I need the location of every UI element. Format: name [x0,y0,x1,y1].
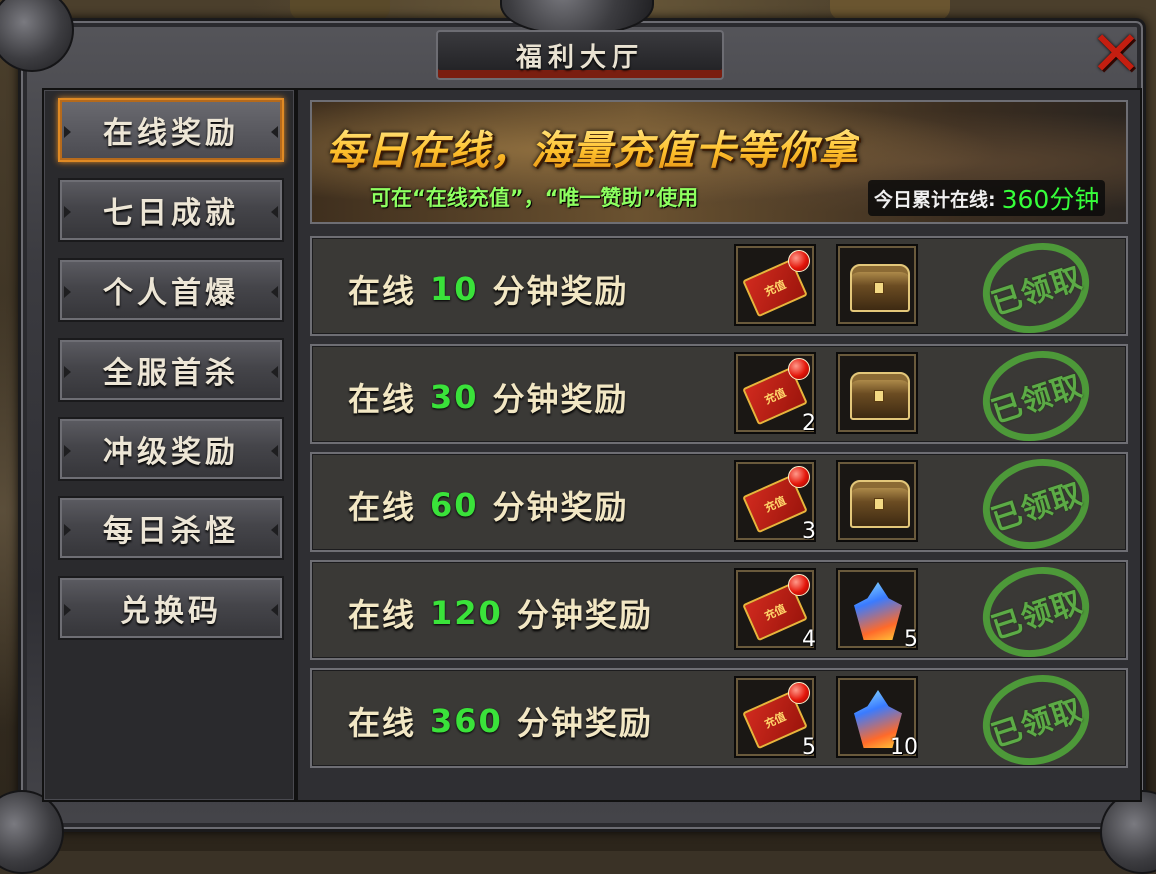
reward-item-slot[interactable]: 5 [836,568,918,652]
red-dot-icon [788,358,810,380]
window-title: 福利大厅 [515,42,644,73]
top-ornament [290,0,390,20]
sidebar: 在线奖励 七日成就 个人首爆 全服首杀 冲级奖励 每日杀怪 兑换码 [42,88,296,802]
sidebar-item-seven-day-achievement[interactable]: 七日成就 [58,178,284,242]
item-quantity: 5 [904,627,918,652]
reward-item-slot[interactable]: 充值 4 [734,568,816,652]
reward-minutes: 10 [430,270,479,308]
reward-prefix: 在线 [348,272,417,310]
reward-title: 在线 60 分钟奖励 [348,482,629,528]
treasure-chest-icon [850,264,910,312]
claimed-stamp: 已领取 [971,445,1101,563]
reward-prefix: 在线 [348,704,417,742]
reward-minutes: 120 [430,594,503,632]
reward-suffix: 分钟奖励 [492,488,629,526]
reward-item-slot[interactable]: 充值 2 [734,352,816,436]
claimed-stamp: 已领取 [971,229,1101,347]
banner-subtitle: 可在“在线充值”，“唯一赞助”使用 [370,186,699,210]
window-title-plate: 福利大厅 [436,30,724,80]
item-quantity: 10 [890,735,918,760]
sidebar-item-redeem-code[interactable]: 兑换码 [58,576,284,640]
red-dot-icon [788,466,810,488]
reward-suffix: 分钟奖励 [492,380,629,418]
reward-item-slot[interactable] [836,352,918,434]
reward-suffix: 分钟奖励 [516,596,653,634]
reward-prefix: 在线 [348,380,417,418]
reward-row: 在线 10 分钟奖励 充值 已领取 [310,229,1128,347]
reward-minutes: 60 [430,486,479,524]
sidebar-item-server-first-kill[interactable]: 全服首杀 [58,338,284,402]
sidebar-item-daily-monster-kill[interactable]: 每日杀怪 [58,496,284,560]
online-time-box: 今日累计在线: 360分钟 [868,180,1106,216]
reward-item-slot[interactable]: 充值 5 [734,676,816,760]
reward-item-slot[interactable] [836,460,918,542]
reward-row: 在线 60 分钟奖励 充值 3 已领取 [310,445,1128,563]
reward-item-slot[interactable]: 10 [836,676,918,760]
reward-item-slot[interactable]: 充值 3 [734,460,816,544]
close-button[interactable]: ✕ [1086,17,1146,90]
item-quantity: 4 [802,627,816,652]
reward-title: 在线 120 分钟奖励 [348,590,653,636]
reward-row: 在线 30 分钟奖励 充值 2 已领取 [310,337,1128,455]
sidebar-item-label: 每日杀怪 [103,514,239,549]
item-quantity: 3 [802,519,816,544]
reward-minutes: 360 [430,702,503,740]
reward-title: 在线 360 分钟奖励 [348,698,653,744]
reward-item-slot[interactable]: 充值 [734,244,816,326]
reward-row: 在线 360 分钟奖励 充值 5 10 已领取 [310,661,1128,779]
banner-headline: 每日在线，海量充值卡等你拿 [326,118,859,176]
online-banner: 每日在线，海量充值卡等你拿 可在“在线充值”，“唯一赞助”使用 今日累计在线: … [310,100,1128,224]
close-icon: ✕ [1090,17,1142,90]
claimed-stamp: 已领取 [971,661,1101,779]
sidebar-item-label: 个人首爆 [103,276,239,311]
reward-minutes: 30 [430,378,479,416]
reward-panel: 每日在线，海量充值卡等你拿 可在“在线充值”，“唯一赞助”使用 今日累计在线: … [296,88,1142,802]
treasure-chest-icon [850,372,910,420]
online-time-label: 今日累计在线: [874,188,996,211]
sidebar-item-personal-first-drop[interactable]: 个人首爆 [58,258,284,322]
item-quantity: 2 [802,411,816,436]
claimed-stamp: 已领取 [971,553,1101,671]
sidebar-item-label: 七日成就 [103,196,239,231]
sidebar-item-label: 冲级奖励 [103,435,239,470]
red-dot-icon [788,682,810,704]
top-ornament [830,0,950,20]
red-dot-icon [788,250,810,272]
reward-prefix: 在线 [348,488,417,526]
reward-prefix: 在线 [348,596,417,634]
sidebar-item-label: 全服首杀 [103,356,239,391]
reward-suffix: 分钟奖励 [492,272,629,310]
reward-suffix: 分钟奖励 [516,704,653,742]
crystal-icon [854,582,902,640]
online-time-value: 360分钟 [1001,185,1100,214]
claimed-stamp: 已领取 [971,337,1101,455]
sidebar-item-online-reward[interactable]: 在线奖励 [58,98,284,162]
sidebar-item-label: 兑换码 [120,594,222,629]
reward-title: 在线 30 分钟奖励 [348,374,629,420]
reward-item-slot[interactable] [836,244,918,326]
reward-row: 在线 120 分钟奖励 充值 4 5 已领取 [310,553,1128,671]
sidebar-item-label: 在线奖励 [103,116,239,151]
reward-title: 在线 10 分钟奖励 [348,266,629,312]
item-quantity: 5 [802,735,816,760]
red-dot-icon [788,574,810,596]
sidebar-item-level-reward[interactable]: 冲级奖励 [58,417,284,481]
treasure-chest-icon [850,480,910,528]
